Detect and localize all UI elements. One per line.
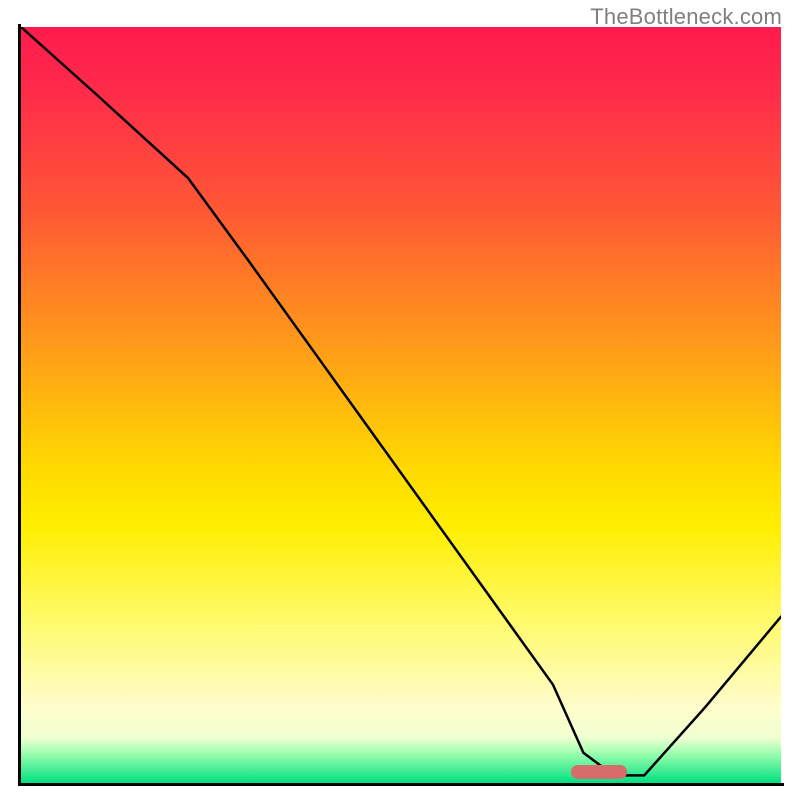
y-axis xyxy=(18,24,21,786)
chart-container: TheBottleneck.com xyxy=(0,0,800,800)
highlight-marker xyxy=(571,765,627,779)
watermark-text: TheBottleneck.com xyxy=(590,4,782,30)
plot-gradient-background xyxy=(21,27,781,783)
x-axis xyxy=(18,783,784,786)
